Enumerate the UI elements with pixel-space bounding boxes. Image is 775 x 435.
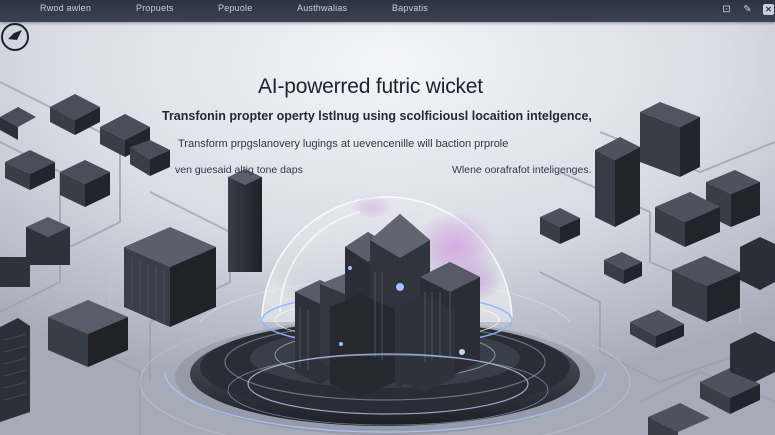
top-nav-bar: Rwod awlen Propuets Pepuole Austhwalias … bbox=[0, 0, 775, 22]
nav-item-3[interactable]: Pepuole bbox=[218, 3, 252, 13]
edit-icon[interactable]: ✎ bbox=[742, 4, 753, 15]
hero-scene: AI-powerred futric wicket Transfonin pro… bbox=[0, 22, 775, 435]
nav-item-4[interactable]: Austhwalias bbox=[297, 3, 347, 13]
city-illustration bbox=[0, 22, 775, 435]
grid-menu-icon[interactable]: ⊡ bbox=[721, 4, 732, 15]
close-icon[interactable]: ✕ bbox=[763, 4, 774, 15]
nav-item-2[interactable]: Propuets bbox=[136, 3, 174, 13]
nav-item-1[interactable]: Rwod awlen bbox=[40, 3, 91, 13]
nav-item-5[interactable]: Bapvatis bbox=[392, 3, 428, 13]
